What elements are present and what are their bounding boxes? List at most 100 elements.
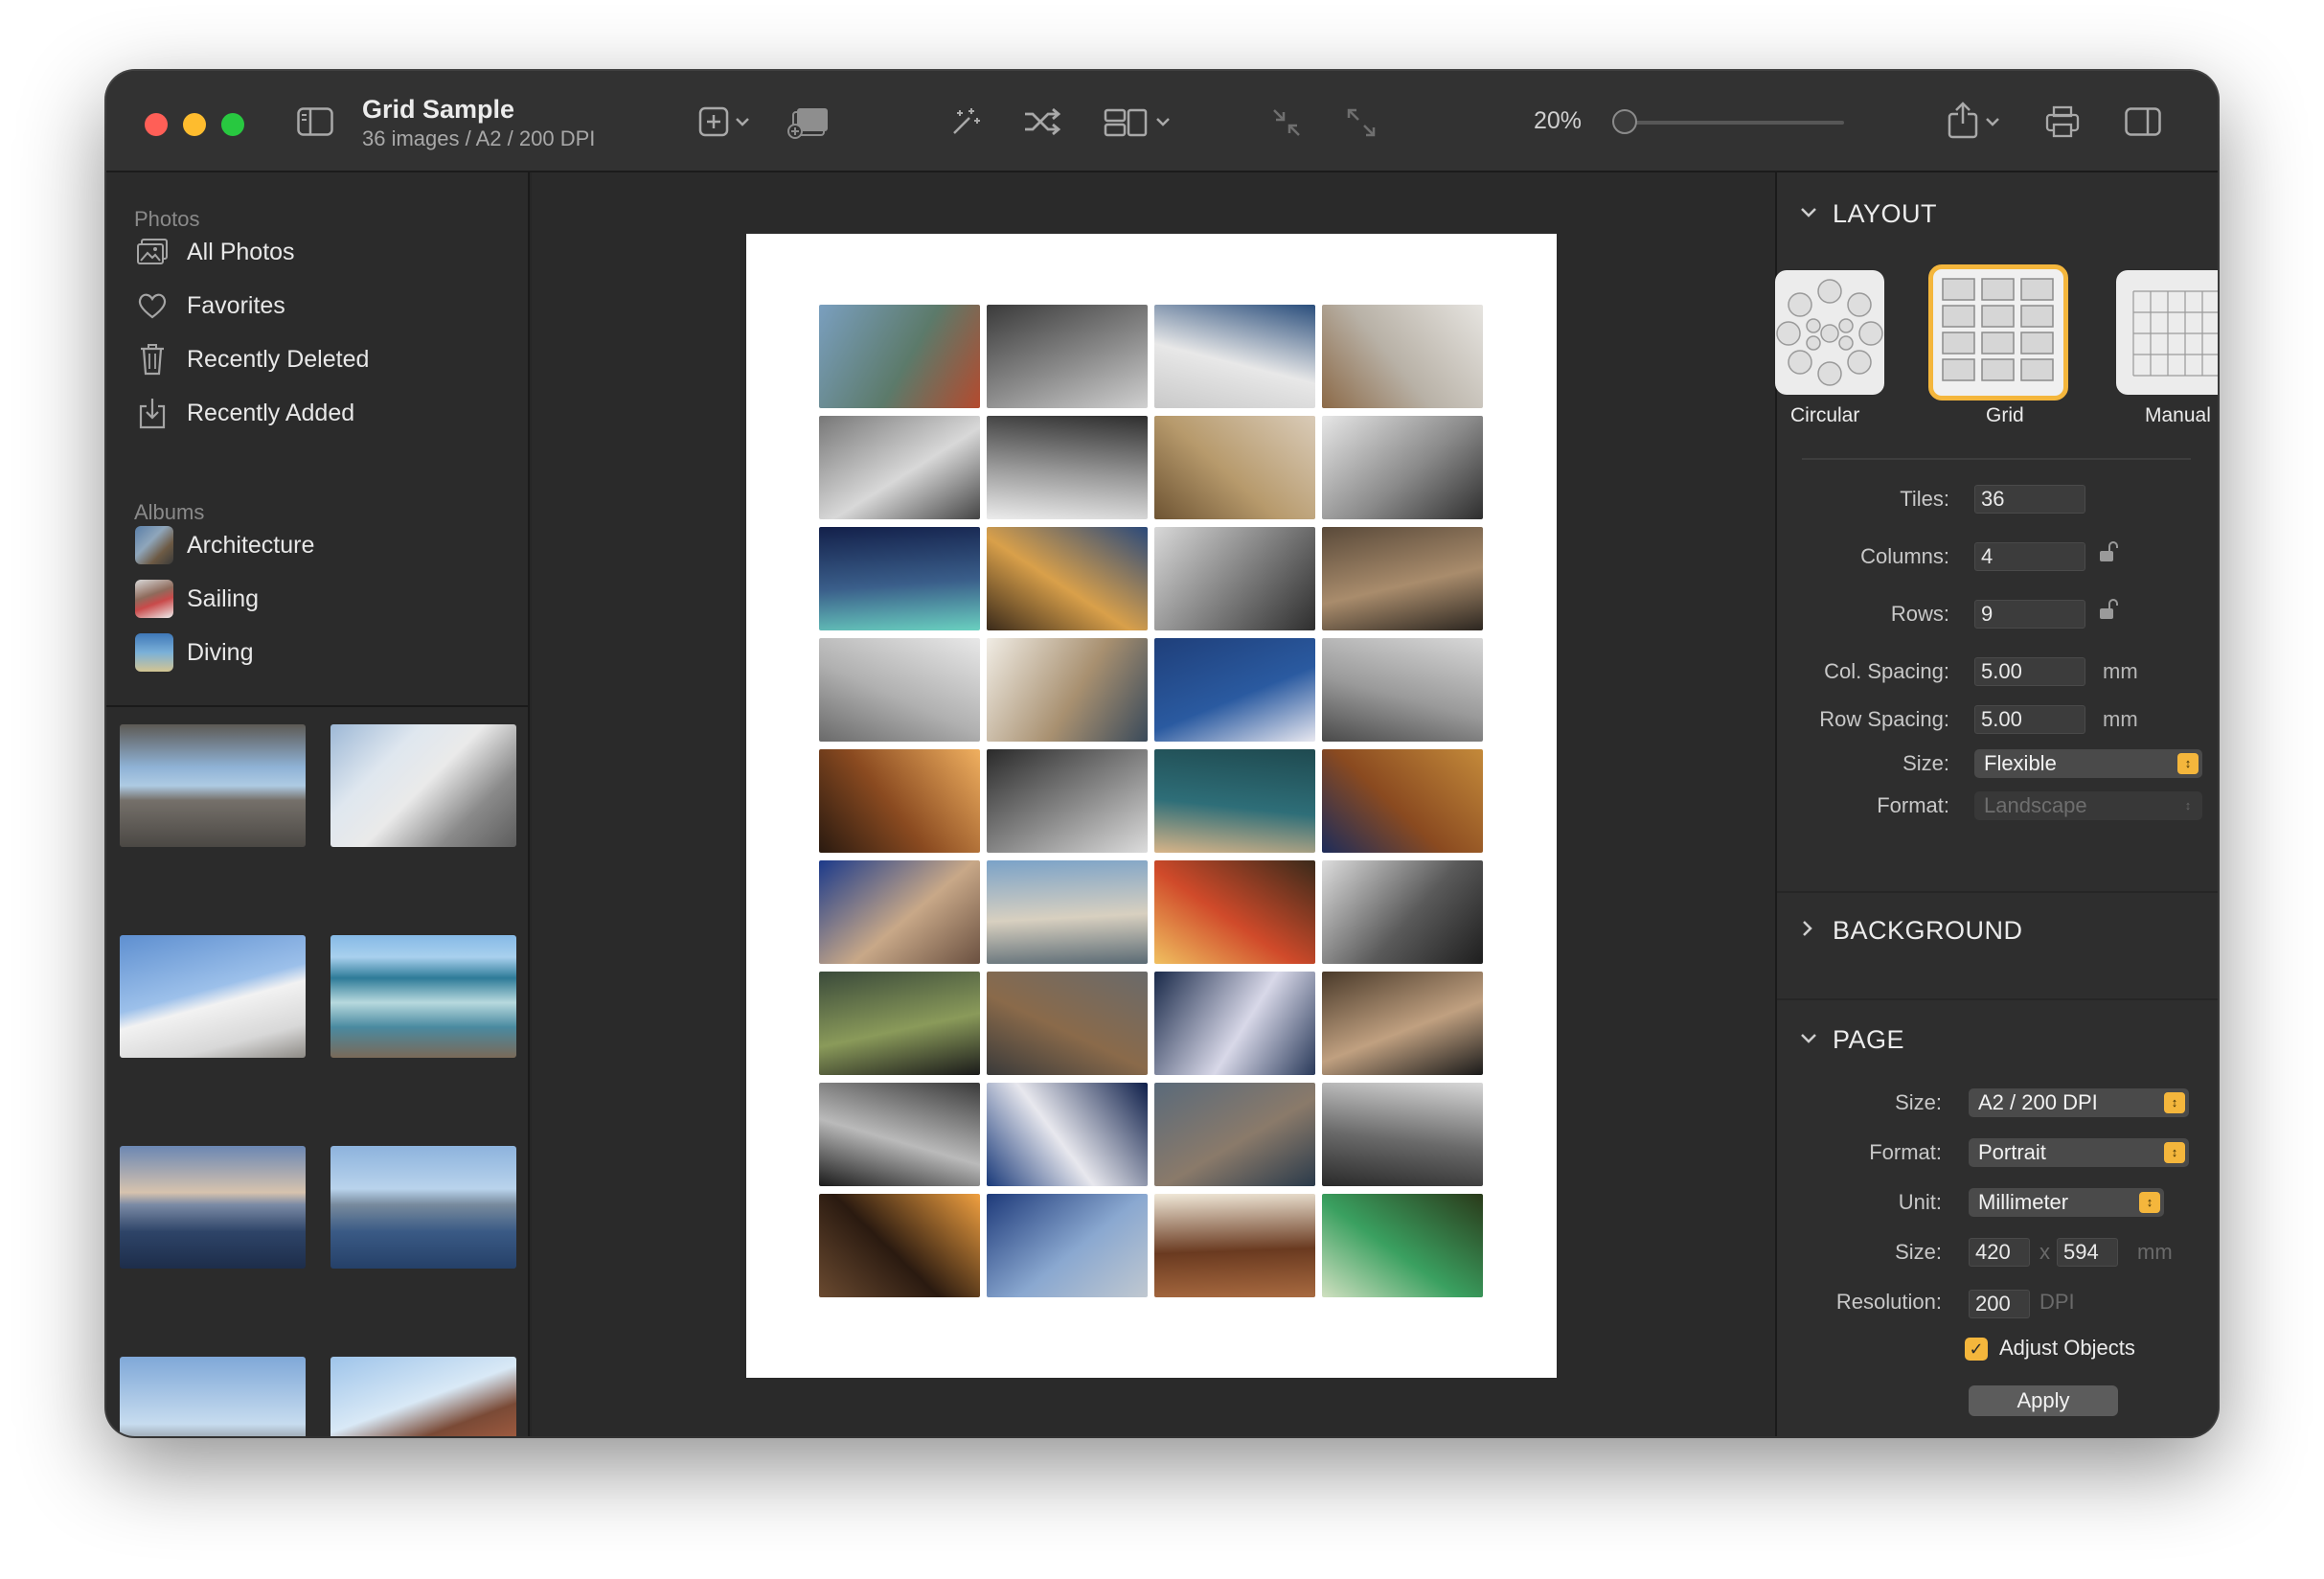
rows-label: Rows: <box>1890 602 1949 626</box>
sidebar-album-architecture[interactable]: Architecture <box>135 523 509 567</box>
grid-photo-tile[interactable] <box>819 527 980 630</box>
layout-section-header[interactable]: LAYOUT <box>1800 199 1937 229</box>
grid-photo-tile[interactable] <box>1322 305 1483 408</box>
photo-thumbnail[interactable] <box>330 724 516 847</box>
size-popup[interactable]: Flexible ↕ <box>1974 749 2202 778</box>
photo-thumbnail[interactable] <box>120 724 306 847</box>
page-width-field[interactable]: 420 <box>1969 1238 2030 1267</box>
tiles-label: Tiles: <box>1900 487 1949 511</box>
background-section-title: BACKGROUND <box>1833 916 2023 945</box>
add-icon[interactable] <box>696 105 731 138</box>
grid-photo-tile[interactable] <box>987 860 1148 964</box>
magic-wand-icon[interactable] <box>946 103 984 140</box>
grid-photo-tile[interactable] <box>1322 416 1483 519</box>
photo-thumbnail[interactable] <box>120 935 306 1058</box>
unit-popup[interactable]: Millimeter ↕ <box>1969 1188 2164 1217</box>
share-icon[interactable] <box>1946 100 1980 140</box>
window-subtitle: 36 images / A2 / 200 DPI <box>362 126 596 150</box>
albums-section-header: Albums <box>134 500 205 524</box>
sidebar-item-recently-deleted[interactable]: Recently Deleted <box>135 337 509 381</box>
grid-photo-tile[interactable] <box>1154 749 1315 853</box>
grid-photo-tile[interactable] <box>819 1083 980 1186</box>
grid-photo-tile[interactable] <box>1322 749 1483 853</box>
page-height-field[interactable]: 594 <box>2057 1238 2118 1267</box>
shrink-icon[interactable] <box>1269 105 1304 140</box>
grid-photo-tile[interactable] <box>987 749 1148 853</box>
grid-photo-tile[interactable] <box>1154 305 1315 408</box>
zoom-window-button[interactable] <box>221 113 244 136</box>
zoom-slider-track[interactable] <box>1618 121 1844 125</box>
row-spacing-field[interactable]: 5.00 <box>1974 705 2085 734</box>
grid-photo-tile[interactable] <box>1154 1083 1315 1186</box>
adjust-objects-checkbox[interactable]: ✓ <box>1965 1338 1988 1361</box>
grid-photo-tile[interactable] <box>1322 1083 1483 1186</box>
layout-option-label: Grid <box>1986 404 2024 426</box>
format-popup[interactable]: Landscape ↕ <box>1974 791 2202 820</box>
page-format-popup[interactable]: Portrait ↕ <box>1969 1138 2189 1167</box>
grid-photo-tile[interactable] <box>1322 972 1483 1075</box>
shuffle-icon[interactable] <box>1022 105 1064 138</box>
grid-photo-tile[interactable] <box>1322 1194 1483 1297</box>
grid-photo-tile[interactable] <box>987 638 1148 742</box>
grid-photo-tile[interactable] <box>1322 860 1483 964</box>
photo-thumbnail[interactable] <box>120 1357 306 1436</box>
col-spacing-field[interactable]: 5.00 <box>1974 657 2085 686</box>
grid-photo-tile[interactable] <box>1154 416 1315 519</box>
grid-photo-tile[interactable] <box>1154 972 1315 1075</box>
tiles-field[interactable]: 36 <box>1974 485 2085 514</box>
grid-photo-tile[interactable] <box>987 1083 1148 1186</box>
grid-photo-tile[interactable] <box>1154 1194 1315 1297</box>
grid-photo-tile[interactable] <box>819 860 980 964</box>
page-size-popup[interactable]: A2 / 200 DPI ↕ <box>1969 1088 2189 1117</box>
grid-photo-tile[interactable] <box>819 1194 980 1297</box>
photo-thumbnail[interactable] <box>330 935 516 1058</box>
grid-photo-tile[interactable] <box>819 638 980 742</box>
grid-photo-tile[interactable] <box>987 416 1148 519</box>
grid-photo-tile[interactable] <box>819 416 980 519</box>
grid-photo-tile[interactable] <box>1322 527 1483 630</box>
sidebar-item-favorites[interactable]: Favorites <box>135 284 509 328</box>
chevron-down-icon <box>1800 203 1819 225</box>
grid-photo-tile[interactable] <box>987 1194 1148 1297</box>
grid-photo-tile[interactable] <box>987 305 1148 408</box>
divider <box>1802 458 2191 460</box>
zoom-slider-knob[interactable] <box>1612 109 1637 134</box>
apply-button[interactable]: Apply <box>1969 1385 2118 1416</box>
background-section-header[interactable]: BACKGROUND <box>1800 916 2023 946</box>
add-slideshow-icon[interactable] <box>786 103 832 140</box>
layout-chevron-down-icon[interactable] <box>1154 113 1172 130</box>
grid-photo-tile[interactable] <box>1154 638 1315 742</box>
sidebar-item-all-photos[interactable]: All Photos <box>135 230 509 274</box>
sidebar-album-diving[interactable]: Diving <box>135 630 509 675</box>
inspector-toggle-icon[interactable] <box>2124 105 2162 138</box>
sidebar-toggle-icon[interactable] <box>296 105 334 138</box>
grid-photo-tile[interactable] <box>1154 527 1315 630</box>
grid-photo-tile[interactable] <box>987 527 1148 630</box>
grid-photo-tile[interactable] <box>1154 860 1315 964</box>
close-window-button[interactable] <box>145 113 168 136</box>
print-icon[interactable] <box>2043 103 2082 140</box>
layout-icon[interactable] <box>1103 105 1149 138</box>
resolution-field[interactable]: 200 <box>1969 1290 2030 1318</box>
share-chevron-down-icon[interactable] <box>1984 113 2001 130</box>
page-section-header[interactable]: PAGE <box>1800 1025 1904 1055</box>
grid-photo-tile[interactable] <box>987 972 1148 1075</box>
grid-photo-tile[interactable] <box>819 972 980 1075</box>
photo-thumbnail[interactable] <box>330 1357 516 1436</box>
chevron-down-icon[interactable] <box>734 113 751 130</box>
lock-icon[interactable] <box>2099 540 2118 561</box>
lock-icon[interactable] <box>2099 598 2118 619</box>
photo-thumbnail[interactable] <box>330 1146 516 1269</box>
columns-field[interactable]: 4 <box>1974 542 2085 571</box>
trash-icon <box>135 342 170 377</box>
sidebar-album-sailing[interactable]: Sailing <box>135 577 509 621</box>
grid-photo-tile[interactable] <box>819 305 980 408</box>
sidebar-item-recently-added[interactable]: Recently Added <box>135 391 509 435</box>
grid-photo-tile[interactable] <box>819 749 980 853</box>
minimize-window-button[interactable] <box>183 113 206 136</box>
rows-field[interactable]: 9 <box>1974 600 2085 629</box>
expand-icon[interactable] <box>1344 105 1378 140</box>
divider <box>1777 891 2218 893</box>
photo-thumbnail[interactable] <box>120 1146 306 1269</box>
grid-photo-tile[interactable] <box>1322 638 1483 742</box>
